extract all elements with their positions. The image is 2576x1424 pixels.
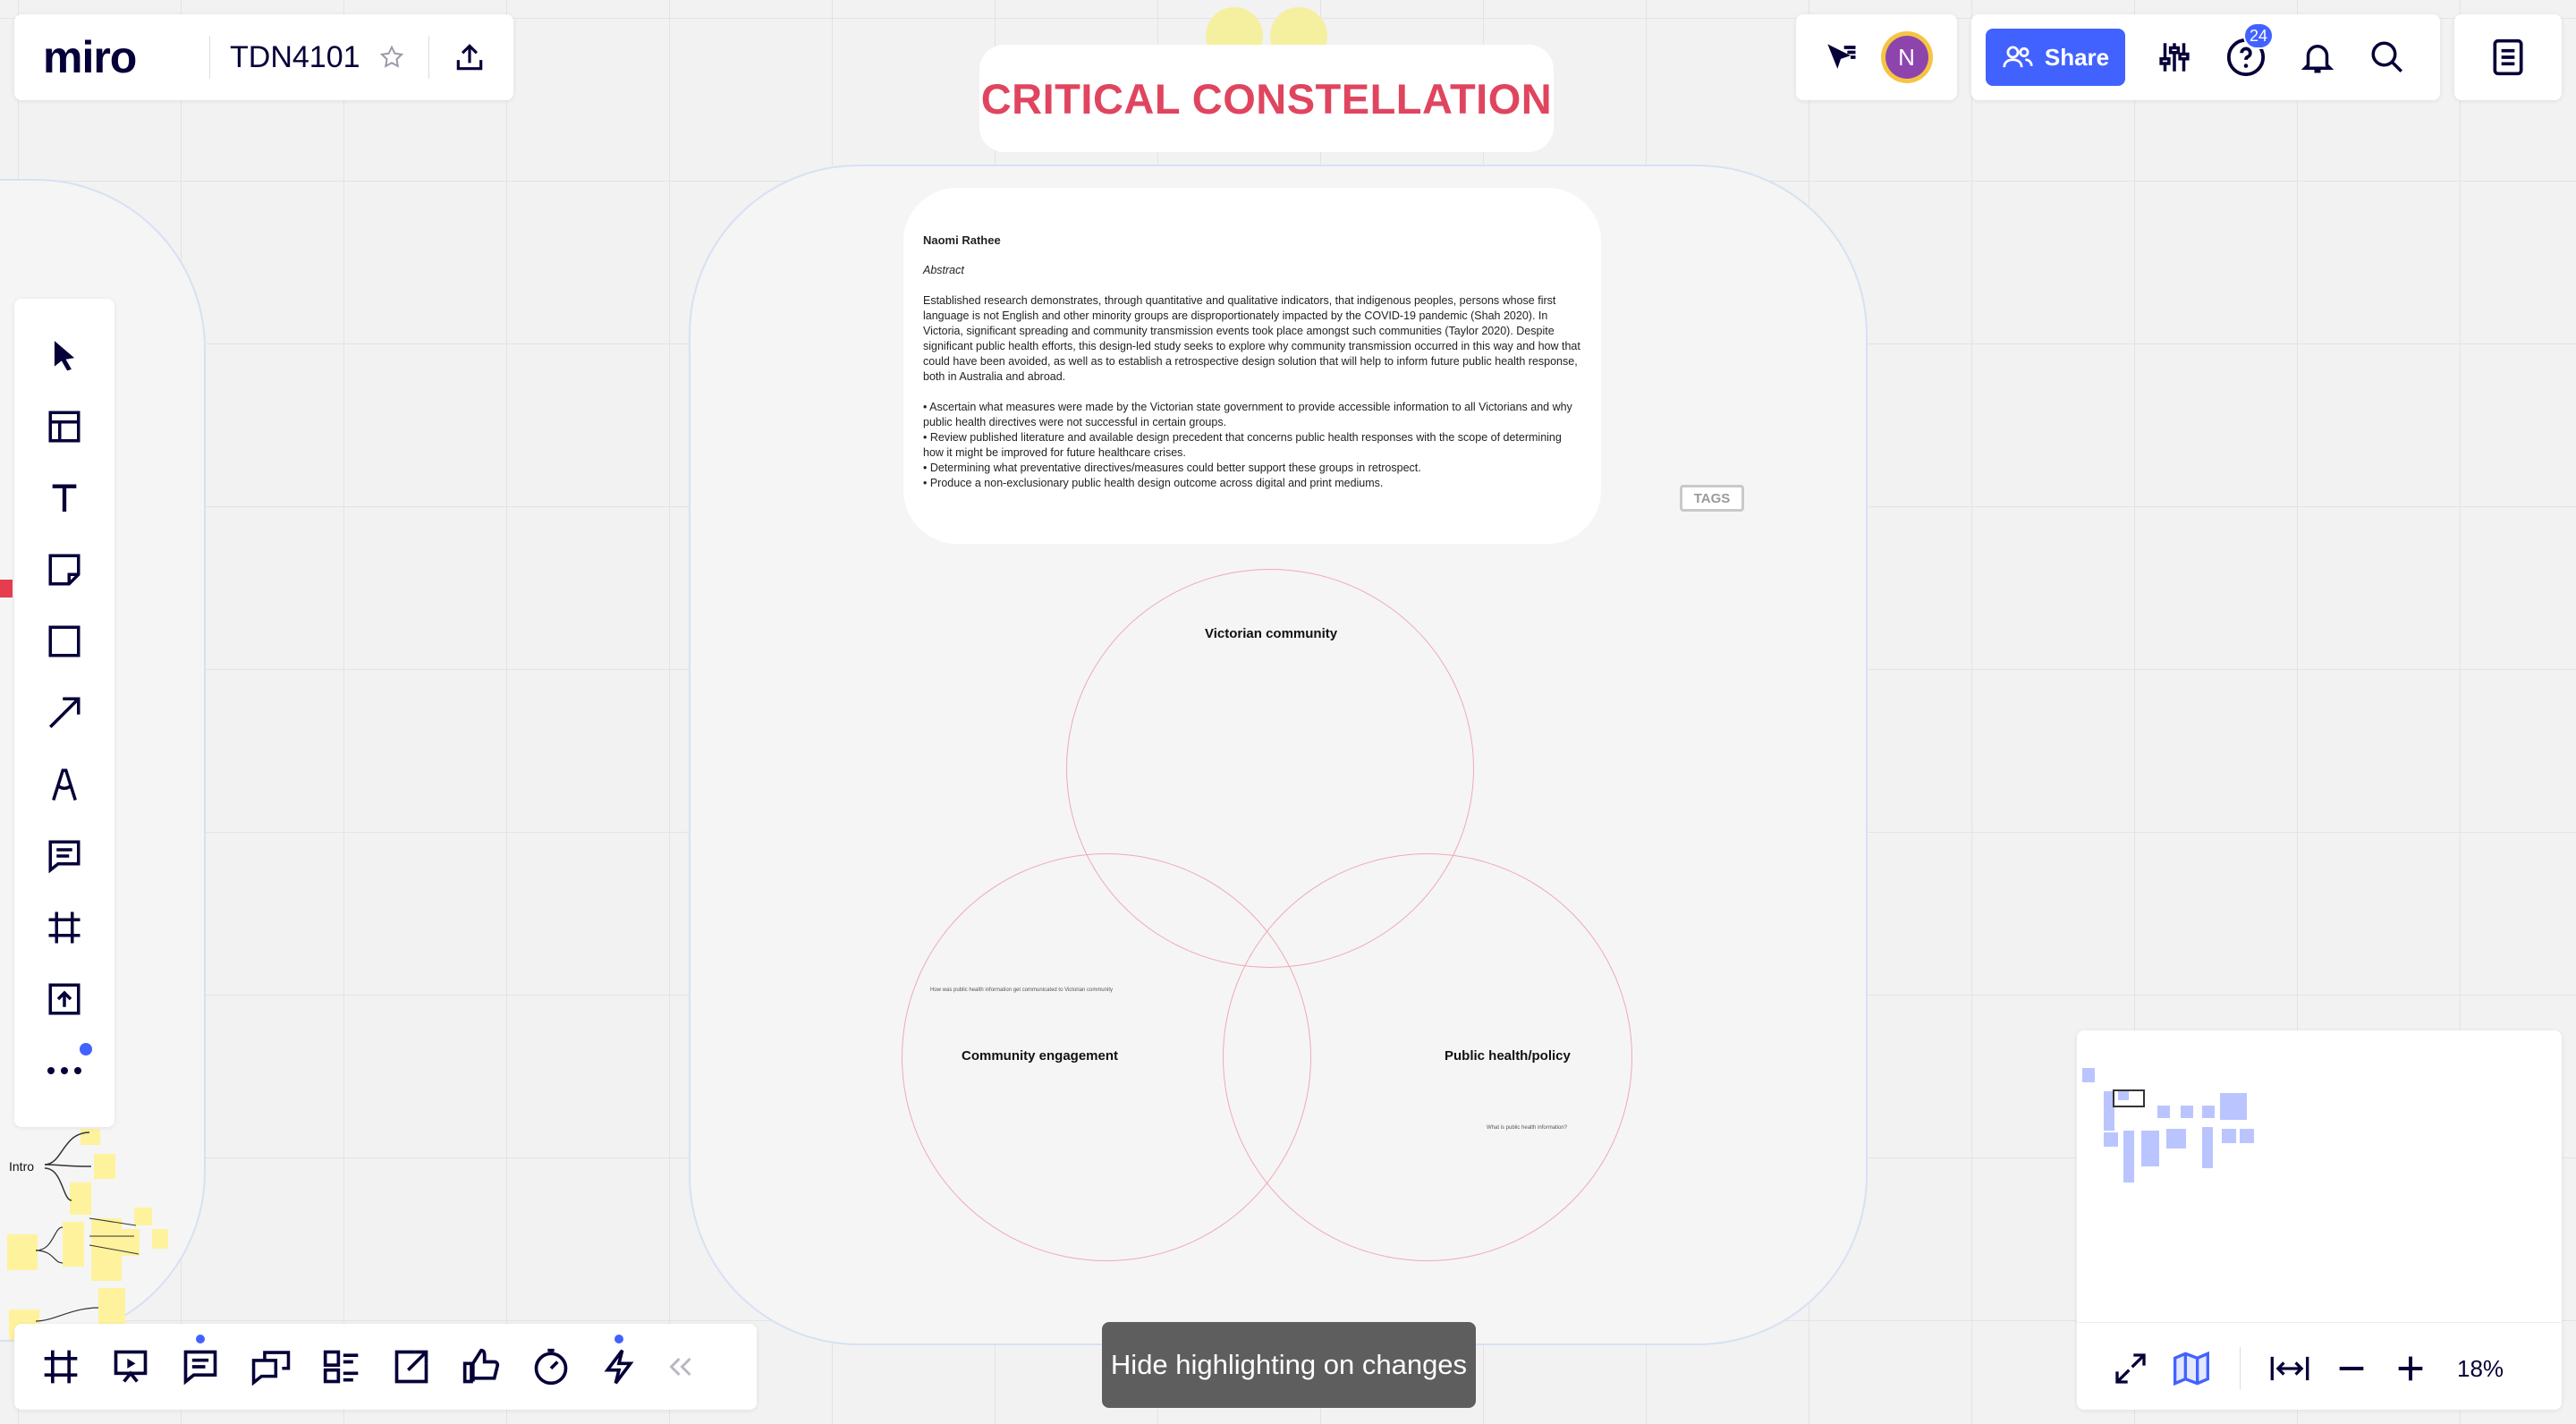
activity-dot — [614, 1335, 623, 1343]
author-name: Naomi Rathee — [923, 233, 1001, 247]
miro-logo[interactable]: miro — [14, 31, 202, 83]
frame-icon[interactable] — [42, 905, 87, 950]
venn-note-left[interactable]: How was public health information get co… — [930, 987, 1113, 993]
sticky-note-icon[interactable] — [42, 547, 87, 592]
settings-sliders-icon[interactable] — [2156, 38, 2193, 76]
venn-circle-right[interactable] — [1223, 853, 1632, 1261]
comments-icon[interactable] — [181, 1335, 220, 1386]
venn-note-right[interactable]: What is public health information? — [1487, 1125, 1567, 1131]
board-title: CRITICAL CONSTELLATION — [980, 74, 1553, 123]
board-header-panel: miro TDN4101 — [14, 14, 513, 100]
abstract-label: Abstract — [923, 264, 964, 276]
zoom-out-icon[interactable] — [2334, 1351, 2369, 1386]
connection-line-icon[interactable] — [42, 691, 87, 735]
venn-label-right: Public health/policy — [1445, 1048, 1571, 1064]
board-title-card[interactable]: CRITICAL CONSTELLATION — [979, 45, 1554, 152]
red-marker — [0, 580, 13, 598]
cards-icon[interactable] — [322, 1347, 361, 1386]
timer-icon[interactable] — [531, 1347, 571, 1386]
notes-panel — [2454, 14, 2562, 100]
minimap-viewport[interactable] — [2113, 1089, 2145, 1107]
abstract-bullets: • Ascertain what measures were made by t… — [923, 400, 1581, 491]
hide-highlighting-toast[interactable]: Hide highlighting on changes — [1102, 1322, 1476, 1408]
tags-label[interactable]: TAGS — [1680, 485, 1744, 512]
venn-label-top: Victorian community — [1205, 626, 1338, 641]
bottom-toolbar — [14, 1324, 757, 1410]
text-icon[interactable] — [42, 476, 87, 521]
pen-icon[interactable] — [42, 762, 87, 807]
avatar-initial: N — [1885, 36, 1928, 79]
zoom-in-icon[interactable] — [2393, 1351, 2428, 1386]
more-icon[interactable] — [42, 1043, 92, 1093]
chat-icon[interactable] — [250, 1347, 292, 1386]
board-name[interactable]: TDN4101 — [219, 40, 360, 75]
collaboration-panel: N — [1796, 14, 1957, 100]
templates-icon[interactable] — [42, 404, 87, 449]
shape-icon[interactable] — [42, 619, 87, 664]
help-badge: 24 — [2243, 22, 2274, 49]
cursor-filter-icon[interactable] — [1821, 38, 1860, 77]
frames-icon[interactable] — [41, 1347, 80, 1386]
bullet-item: • Determining what preventative directiv… — [923, 462, 1421, 474]
notifications-icon[interactable] — [2299, 38, 2336, 76]
zoom-level[interactable]: 18% — [2457, 1355, 2504, 1383]
zoom-controls: 18% — [2113, 1347, 2504, 1390]
fullscreen-icon[interactable] — [2113, 1351, 2148, 1386]
venn-label-left: Community engagement — [962, 1048, 1119, 1064]
share-screen-icon[interactable] — [392, 1347, 431, 1386]
intro-node: Intro — [9, 1159, 35, 1174]
share-label: Share — [2044, 43, 2110, 71]
collapse-icon[interactable] — [667, 1356, 694, 1377]
minimap[interactable] — [2077, 1030, 2562, 1308]
search-icon[interactable] — [2368, 38, 2406, 76]
help-icon[interactable]: 24 — [2225, 22, 2274, 78]
comments-dot — [196, 1335, 205, 1343]
upload-icon[interactable] — [42, 977, 87, 1021]
top-actions-panel: Share 24 — [1971, 14, 2440, 100]
more-notification-dot — [80, 1043, 92, 1055]
bullet-item: • Produce a non-exclusionary public heal… — [923, 477, 1384, 489]
bullet-item: • Review published literature and availa… — [923, 431, 1562, 459]
export-icon[interactable] — [453, 40, 487, 74]
minimap-panel: 18% — [2077, 1030, 2562, 1410]
left-toolbar — [14, 299, 114, 1127]
select-icon[interactable] — [42, 333, 87, 377]
fit-to-screen-icon[interactable] — [2269, 1351, 2310, 1386]
abstract-paragraph: Established research demonstrates, throu… — [923, 294, 1580, 383]
voting-icon[interactable] — [462, 1347, 501, 1386]
bullet-item: • Ascertain what measures were made by t… — [923, 401, 1572, 428]
star-icon[interactable] — [378, 44, 405, 71]
share-button[interactable]: Share — [1986, 29, 2125, 86]
activity-icon[interactable] — [601, 1335, 637, 1386]
avatar[interactable]: N — [1880, 31, 1933, 83]
mind-map-connectors — [36, 1132, 140, 1322]
users-icon — [2003, 46, 2033, 68]
notes-icon[interactable] — [2490, 38, 2526, 77]
map-icon[interactable] — [2172, 1351, 2211, 1386]
presentation-icon[interactable] — [111, 1347, 150, 1386]
abstract-card[interactable]: Naomi Rathee Abstract Established resear… — [903, 188, 1601, 544]
comment-icon[interactable] — [42, 834, 87, 878]
